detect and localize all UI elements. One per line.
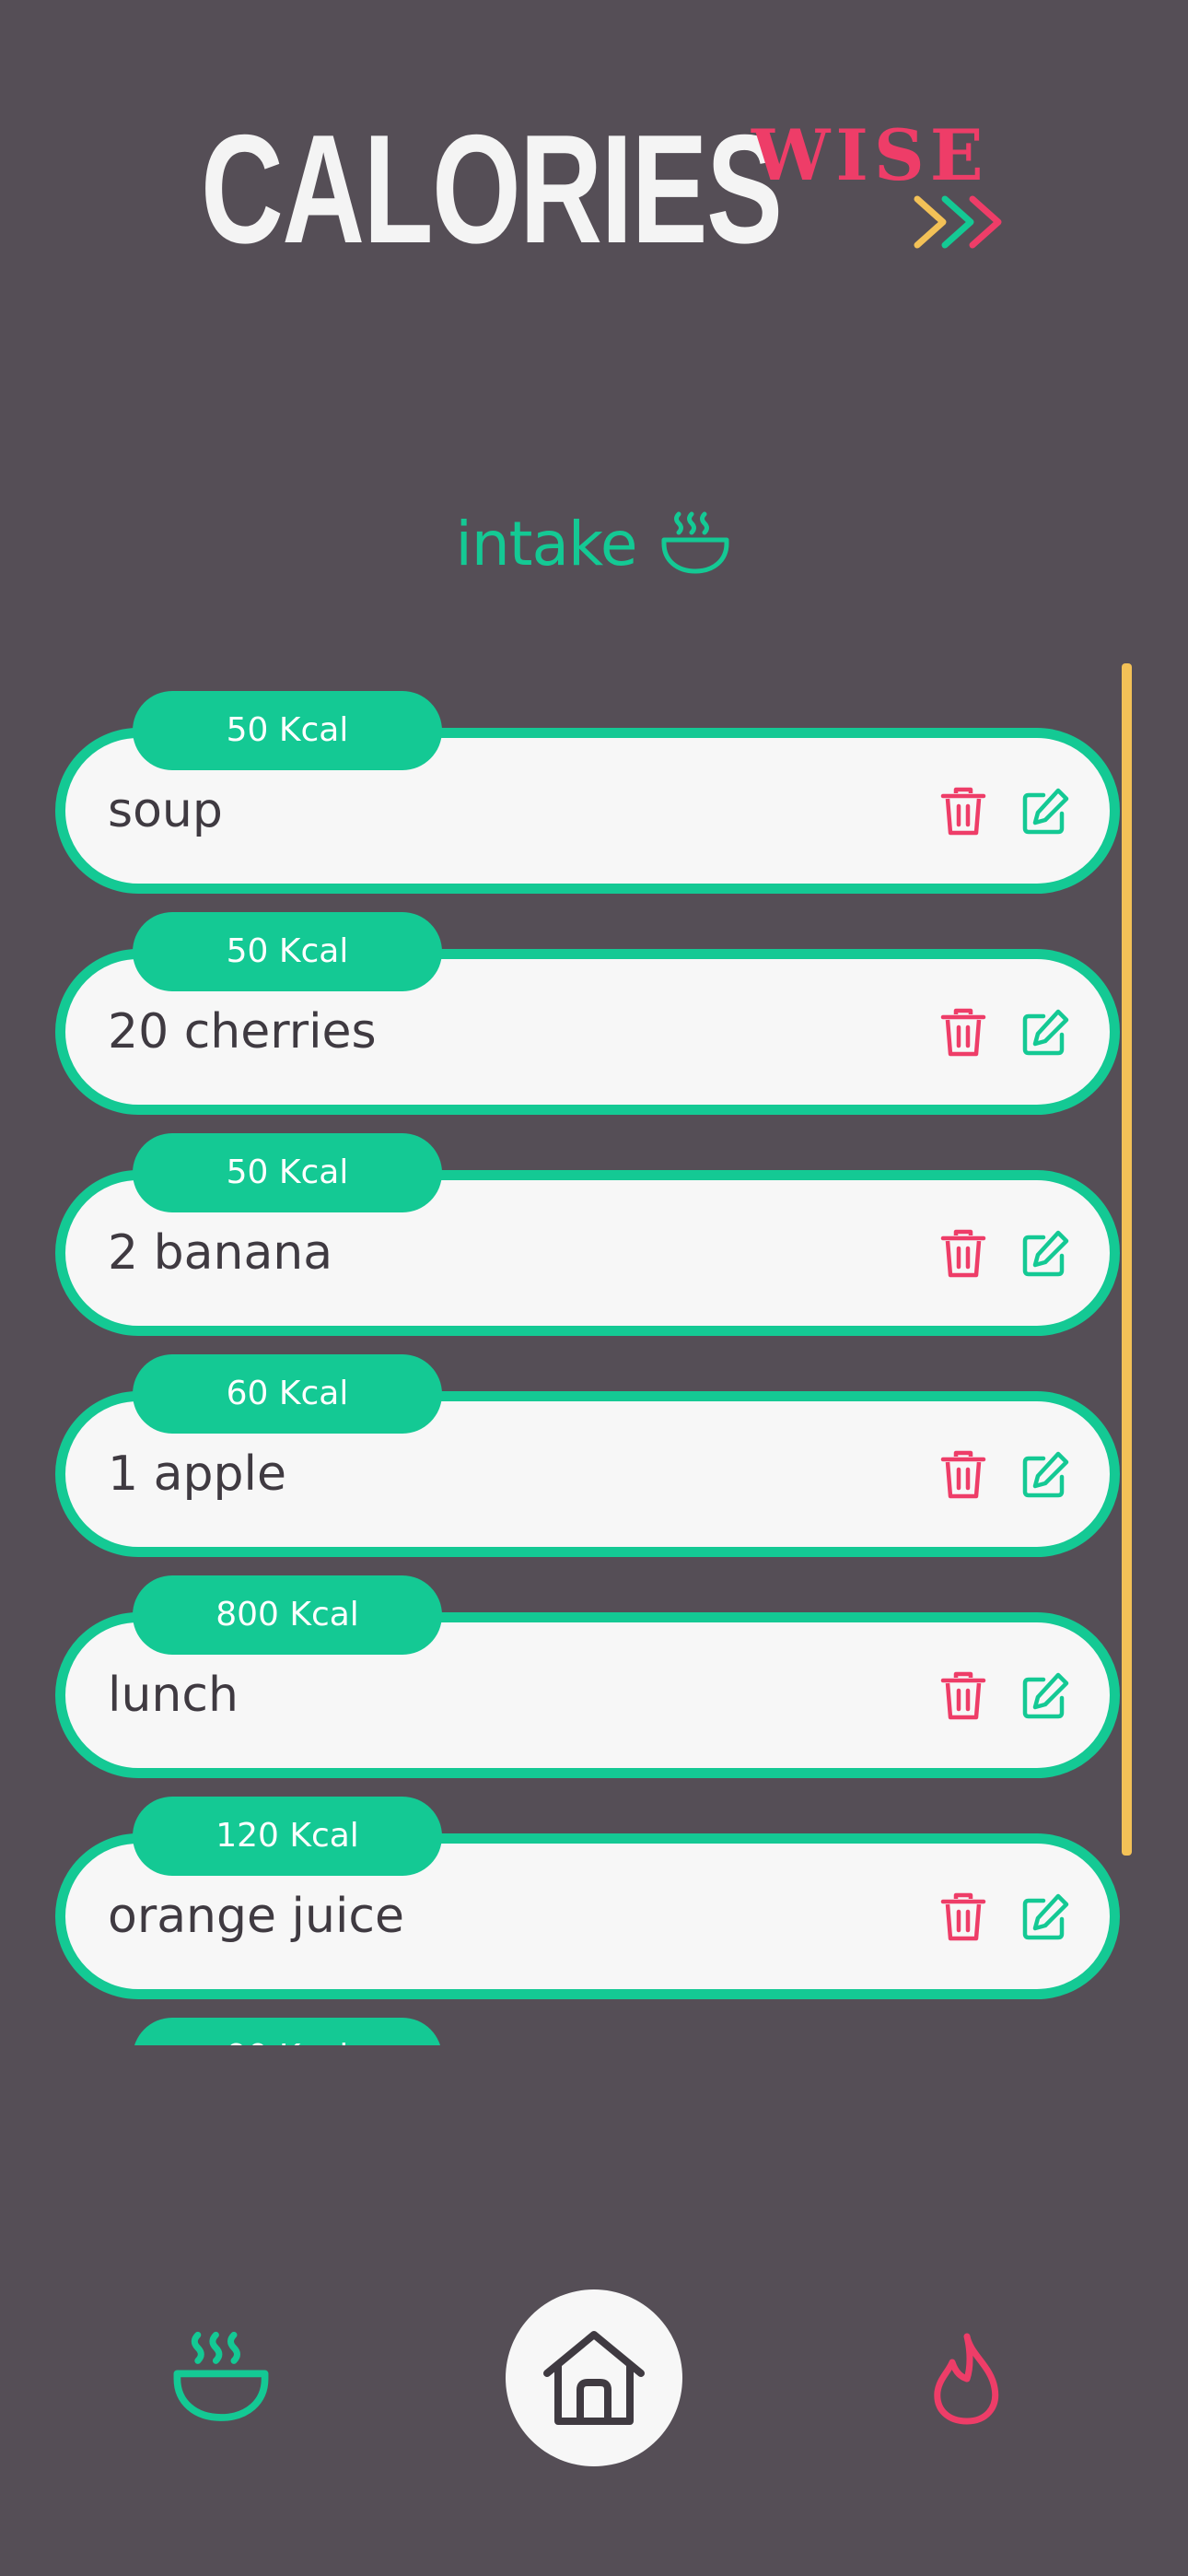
trash-icon [940,787,986,836]
food-bowl-icon [173,2331,269,2421]
list-item[interactable]: 60 Kcal 1 apple [55,1354,1120,1557]
delete-button[interactable] [936,1669,991,1724]
delete-button[interactable] [936,1226,991,1282]
chevrons-icon [914,195,1002,249]
home-icon [543,2331,645,2425]
section-header: intake [0,502,1188,585]
trash-icon [940,1229,986,1278]
edit-pencil-icon [1022,1893,1069,1940]
edit-pencil-icon [1022,788,1069,835]
nav-burn-button[interactable] [916,2324,1018,2434]
calorie-badge: 60 Kcal [133,1354,442,1434]
logo-accent-word: WISE [751,114,989,196]
trash-icon [940,1892,986,1941]
edit-button[interactable] [1018,1669,1073,1724]
nav-home-button[interactable] [506,2289,682,2466]
list-item[interactable]: 800 Kcal lunch [55,1575,1120,1778]
app-logo: CALORIES WISE [201,102,1002,275]
delete-button[interactable] [936,1890,991,1945]
edit-pencil-icon [1022,1672,1069,1719]
edit-button[interactable] [1018,1890,1073,1945]
trash-icon [940,1450,986,1499]
edit-button[interactable] [1018,1226,1073,1282]
calorie-badge: 800 Kcal [133,1575,442,1655]
list-item[interactable]: 50 Kcal soup [55,691,1120,894]
edit-button[interactable] [1018,1447,1073,1503]
trash-icon [940,1671,986,1720]
edit-button[interactable] [1018,784,1073,839]
calorie-badge: 50 Kcal [133,912,442,991]
delete-button[interactable] [936,784,991,839]
food-bowl-icon [661,511,729,574]
edit-button[interactable] [1018,1005,1073,1060]
section-title: intake [455,508,638,580]
list-item[interactable]: 50 Kcal 2 banana [55,1133,1120,1336]
logo-wordmark: CALORIES [201,102,783,275]
calorie-badge: 50 Kcal [133,1133,442,1212]
list-item[interactable]: 120 Kcal orange juice [55,1797,1120,1999]
edit-pencil-icon [1022,1230,1069,1277]
trash-icon [940,1008,986,1057]
edit-pencil-icon [1022,1009,1069,1056]
calorie-badge: 50 Kcal [133,691,442,770]
intake-list[interactable]: 50 Kcal soup 50 Kcal 20 cherries 50 Kcal… [0,682,1188,2045]
flame-icon [934,2333,999,2425]
nav-intake-button[interactable] [166,2324,276,2434]
calorie-badge: 90 Kcal [133,2018,442,2045]
list-item[interactable]: 50 Kcal 20 cherries [55,912,1120,1115]
edit-pencil-icon [1022,1451,1069,1498]
calorie-badge: 120 Kcal [133,1797,442,1876]
list-item[interactable]: 90 Kcal [55,2018,1120,2045]
delete-button[interactable] [936,1447,991,1503]
delete-button[interactable] [936,1005,991,1060]
